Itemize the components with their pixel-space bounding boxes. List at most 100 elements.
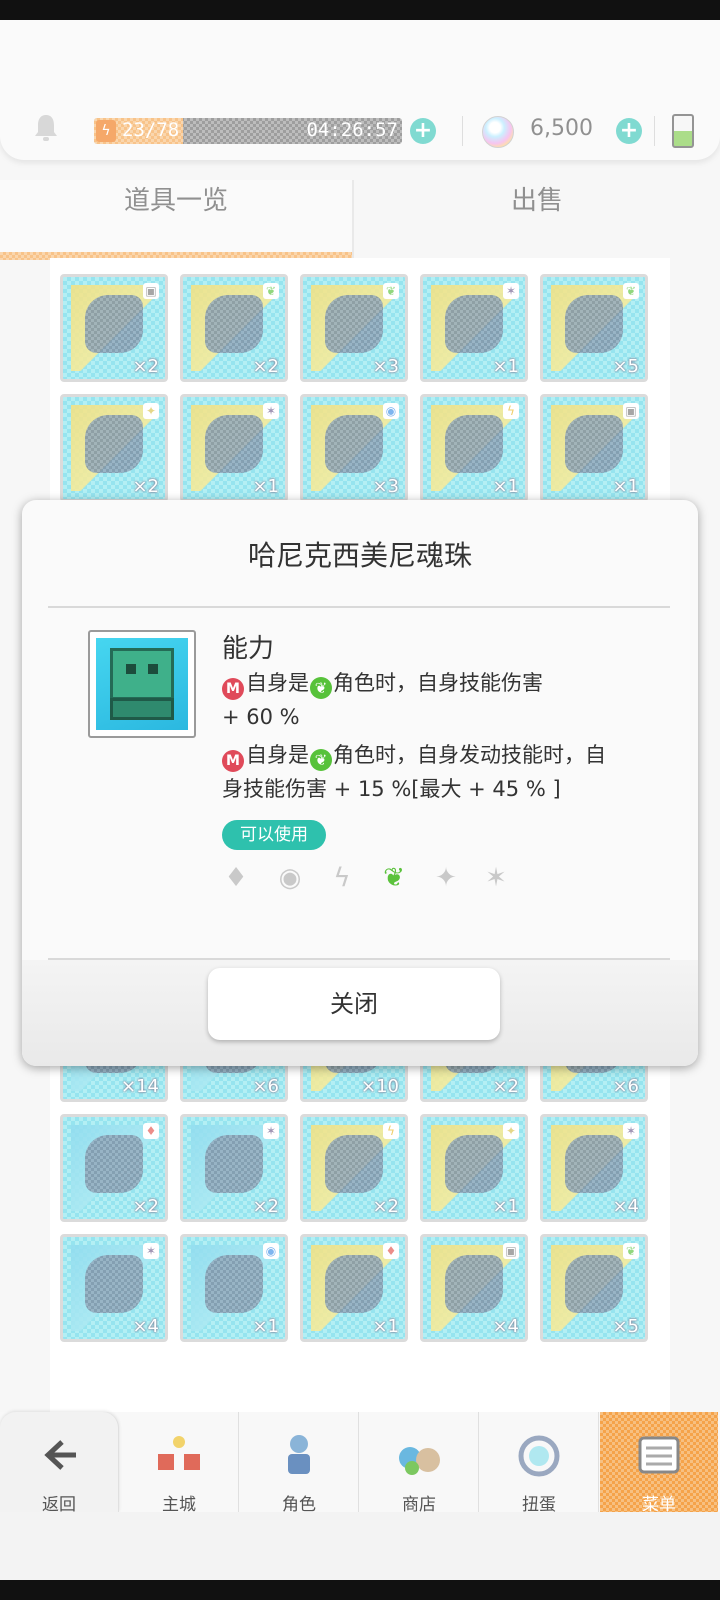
- divider: [462, 116, 463, 146]
- item-quantity: ×5: [612, 1316, 639, 1337]
- fire-icon: ♦: [224, 863, 248, 893]
- item-quantity: ×1: [252, 476, 279, 497]
- item-slot[interactable]: ✦ ×2: [60, 394, 168, 502]
- nav-character[interactable]: 角色: [240, 1412, 359, 1515]
- item-quantity: ×10: [361, 1076, 399, 1097]
- shuriken-icon: ✶: [263, 403, 279, 419]
- gem-count: 6,500: [530, 116, 593, 141]
- item-quantity: ×2: [492, 1076, 519, 1097]
- leaf-icon: ❦: [263, 283, 279, 299]
- item-icon: [325, 1135, 383, 1193]
- gacha-icon: [514, 1432, 564, 1478]
- item-quantity: ×3: [372, 476, 399, 497]
- bottom-strip: [0, 1512, 720, 1580]
- shuriken-icon: ✶: [503, 283, 519, 299]
- ability-line-1-value: + 60 %: [222, 705, 300, 729]
- item-slot[interactable]: ❦ ×2: [180, 274, 288, 382]
- close-button[interactable]: 关闭: [208, 968, 500, 1040]
- item-slot[interactable]: ✶ ×2: [180, 1114, 288, 1222]
- item-slot[interactable]: ✶ ×1: [180, 394, 288, 502]
- item-quantity: ×1: [372, 1316, 399, 1337]
- item-icon: [205, 415, 263, 473]
- item-image: [88, 630, 196, 738]
- item-icon: [325, 1255, 383, 1313]
- item-quantity: ×2: [372, 1196, 399, 1217]
- qr-icon: ▣: [143, 283, 159, 299]
- town-icon: [154, 1432, 204, 1478]
- item-icon: [325, 415, 383, 473]
- shuriken-icon: ✶: [623, 1123, 639, 1139]
- item-icon: [565, 415, 623, 473]
- item-slot[interactable]: ♦ ×1: [300, 1234, 408, 1342]
- fire-icon: ♦: [143, 1123, 159, 1139]
- divider: [654, 116, 655, 146]
- item-slot[interactable]: ✶ ×4: [60, 1234, 168, 1342]
- bolt-icon: ϟ: [333, 863, 351, 893]
- modal-divider-bottom: [48, 958, 670, 960]
- shuriken-icon: ✶: [485, 863, 507, 893]
- item-icon: [85, 1135, 143, 1193]
- orb-icon: ◉: [278, 863, 302, 893]
- star-icon: ✦: [143, 403, 159, 419]
- item-slot[interactable]: ✦ ×1: [420, 1114, 528, 1222]
- item-slot[interactable]: ❦ ×5: [540, 1234, 648, 1342]
- ability-line-2: M 自身是 ❦ 角色时，自身发动技能时，自 身技能伤害 + 15 %[最大 + 45 …: [222, 738, 652, 806]
- item-quantity: ×1: [492, 356, 519, 377]
- tab-item-list[interactable]: 道具一览: [0, 180, 354, 260]
- bolt-icon: ϟ: [383, 1123, 399, 1139]
- item-slot[interactable]: ◉ ×1: [180, 1234, 288, 1342]
- item-quantity: ×6: [252, 1076, 279, 1097]
- item-icon: [85, 415, 143, 473]
- nav-back-arrow[interactable]: 返回: [0, 1412, 119, 1515]
- item-icon: [205, 295, 263, 353]
- stamina-bar: ϟ 23/78 04:26:57: [94, 118, 402, 144]
- tab-item-list-label: 道具一览: [123, 186, 228, 216]
- ability-line-1-text-a: 自身是: [246, 671, 309, 695]
- item-quantity: ×4: [492, 1316, 519, 1337]
- usable-badge: 可以使用: [222, 820, 326, 850]
- item-slot[interactable]: ✶ ×4: [540, 1114, 648, 1222]
- leaf-element-icon: ❦: [310, 749, 332, 771]
- item-slot[interactable]: ❦ ×5: [540, 274, 648, 382]
- item-slot[interactable]: ▣ ×4: [420, 1234, 528, 1342]
- item-slot[interactable]: ◉ ×3: [300, 394, 408, 502]
- ability-line-1-text-b: 角色时，自身技能伤害: [333, 671, 543, 695]
- item-slot[interactable]: ▣ ×2: [60, 274, 168, 382]
- leaf-icon: ❦: [623, 283, 639, 299]
- star-icon: ✦: [503, 1123, 519, 1139]
- item-quantity: ×14: [121, 1076, 159, 1097]
- nav-menu[interactable]: 菜单: [600, 1412, 718, 1515]
- item-slot[interactable]: ϟ ×1: [420, 394, 528, 502]
- app-screen: ϟ 23/78 04:26:57 + 6,500 + 道具一览 出售 ▣ ×2 ❦ ×…: [0, 20, 720, 1580]
- tab-sell[interactable]: 出售: [354, 180, 720, 260]
- nav-gacha[interactable]: 扭蛋: [480, 1412, 599, 1515]
- menu-icon: [634, 1432, 684, 1478]
- item-slot[interactable]: ❦ ×3: [300, 274, 408, 382]
- leaf-element-icon: ❦: [310, 677, 332, 699]
- item-slot[interactable]: ♦ ×2: [60, 1114, 168, 1222]
- nav-shop[interactable]: 商店: [360, 1412, 479, 1515]
- item-icon: [565, 295, 623, 353]
- nav-town[interactable]: 主城: [120, 1412, 239, 1515]
- bolt-icon: ϟ: [503, 403, 519, 419]
- notification-bell-icon[interactable]: [32, 112, 60, 142]
- item-quantity: ×2: [132, 476, 159, 497]
- add-gems-button[interactable]: +: [616, 118, 642, 144]
- item-icon: [565, 1255, 623, 1313]
- item-icon: [445, 1135, 503, 1193]
- qr-icon: ▣: [503, 1243, 519, 1259]
- item-slot[interactable]: ϟ ×2: [300, 1114, 408, 1222]
- leaf-icon: ❦: [383, 283, 399, 299]
- item-slot[interactable]: ▣ ×1: [540, 394, 648, 502]
- item-icon: [565, 1135, 623, 1193]
- item-quantity: ×2: [132, 356, 159, 377]
- m-rank-icon: M: [222, 750, 244, 772]
- item-slot[interactable]: ✶ ×1: [420, 274, 528, 382]
- ability-line-1: M 自身是 ❦ 角色时，自身技能伤害 + 60 %: [222, 666, 652, 734]
- modal-title: 哈尼克西美尼魂珠: [247, 539, 472, 572]
- shuriken-icon: ✶: [263, 1123, 279, 1139]
- shuriken-icon: ✶: [143, 1243, 159, 1259]
- item-quantity: ×1: [492, 476, 519, 497]
- add-stamina-button[interactable]: +: [410, 118, 436, 144]
- item-quantity: ×1: [492, 1196, 519, 1217]
